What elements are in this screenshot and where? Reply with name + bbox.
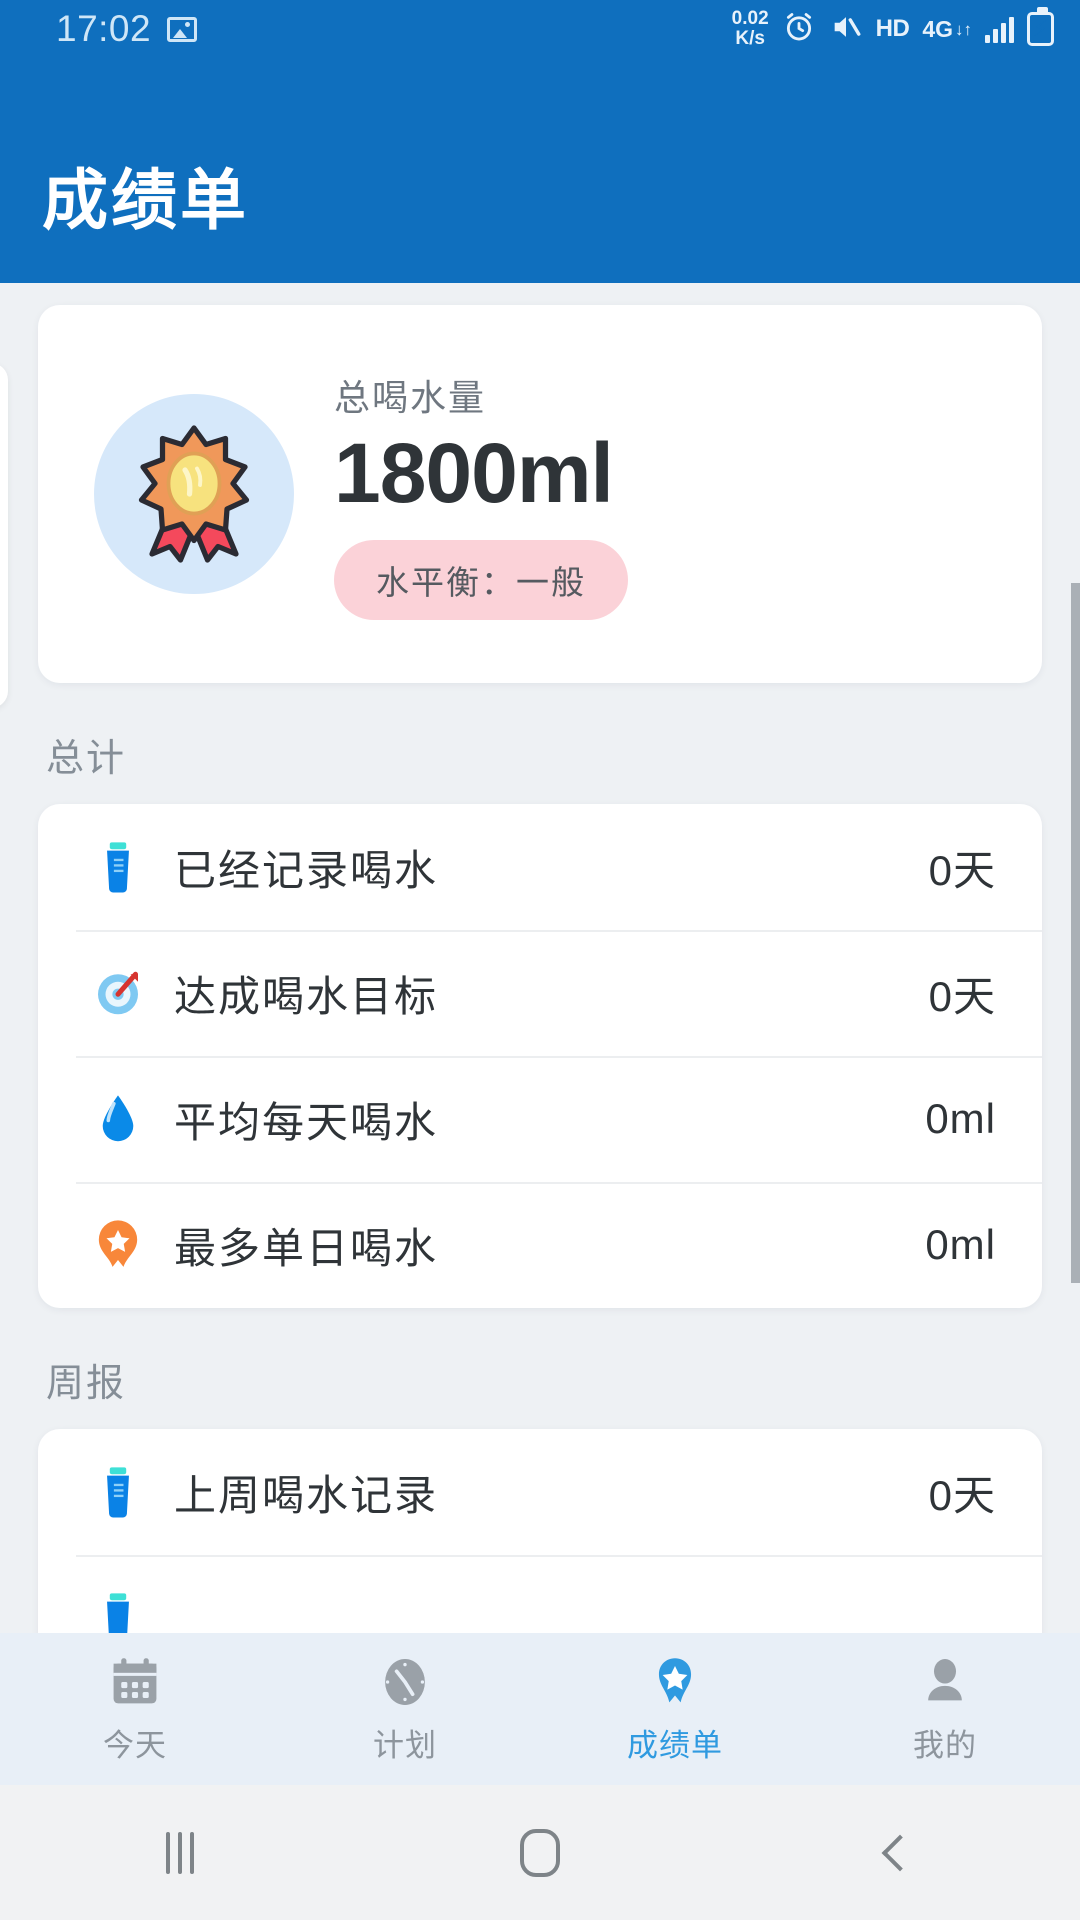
tab-label: 今天: [103, 1727, 167, 1763]
calendar-icon: [109, 1654, 161, 1710]
status-bar: 17:02 0.02 K/s HD 4G ↓↑ ⚡: [0, 0, 1080, 58]
total-water-card: 总喝水量 1800ml 水平衡：一般: [38, 305, 1042, 683]
tab-report[interactable]: 成绩单: [540, 1654, 810, 1765]
table-row[interactable]: 上周喝水记录 0天: [38, 1429, 1042, 1555]
total-water-label: 总喝水量: [334, 376, 487, 418]
network-speed-value: 0.02: [731, 8, 769, 29]
section-title-total: 总计: [46, 738, 127, 780]
bottom-tab-bar: 今天 计划 成绩单 我的: [0, 1633, 1080, 1785]
section-title-weekly: 周报: [46, 1363, 127, 1405]
alarm-icon: [782, 10, 816, 49]
table-row[interactable]: 最多单日喝水 0ml: [38, 1182, 1042, 1308]
network-type-indicator: 4G ↓↑: [922, 15, 972, 42]
tab-mine[interactable]: 我的: [810, 1654, 1080, 1765]
network-type-label: 4G: [922, 15, 953, 42]
tab-plan[interactable]: 计划: [270, 1654, 540, 1765]
tab-today[interactable]: 今天: [0, 1654, 270, 1765]
clock-icon: [379, 1654, 431, 1710]
data-arrows-icon: ↓↑: [955, 19, 972, 39]
row-value: 0ml: [925, 1221, 996, 1268]
tab-label: 我的: [913, 1727, 977, 1763]
app-header: 成绩单: [0, 58, 1080, 283]
mute-icon: [829, 10, 863, 49]
total-water-text: 总喝水量 1800ml 水平衡：一般: [334, 369, 628, 620]
badge-star-icon: [649, 1654, 701, 1710]
network-speed-unit: K/s: [735, 28, 765, 49]
offscreen-card-edge: [0, 363, 8, 708]
vertical-scrollbar[interactable]: [1071, 583, 1080, 1283]
row-label: 达成喝水目标: [174, 972, 439, 1020]
home-button[interactable]: [360, 1828, 720, 1877]
status-bar-right: 0.02 K/s HD 4G ↓↑ ⚡: [732, 7, 1054, 49]
network-speed-indicator: 0.02 K/s: [732, 9, 769, 49]
row-label: 已经记录喝水: [174, 846, 439, 894]
photo-icon: [167, 16, 198, 42]
battery-charging-icon: ⚡: [1027, 7, 1054, 46]
back-button[interactable]: [720, 1834, 1080, 1871]
water-drop-icon: [90, 1091, 146, 1147]
table-row[interactable]: 平均每天喝水 0ml: [38, 1056, 1042, 1182]
water-balance-badge: 水平衡：一般: [334, 539, 628, 620]
back-icon: [881, 1834, 919, 1871]
recents-icon: [166, 1831, 194, 1874]
row-value: 0ml: [925, 1095, 996, 1142]
phone-screen: 17:02 0.02 K/s HD 4G ↓↑ ⚡ 成绩单 总喝水量 1800m…: [0, 0, 1080, 1920]
water-bottle-icon: [90, 1464, 146, 1520]
system-nav-bar: [0, 1785, 1080, 1920]
row-label: 上周喝水记录: [174, 1471, 439, 1519]
home-icon: [520, 1828, 560, 1877]
total-water-value: 1800ml: [334, 425, 614, 520]
row-value: 0天: [928, 1471, 996, 1519]
row-label: 最多单日喝水: [174, 1224, 439, 1272]
weekly-stats-list: 上周喝水记录 0天: [38, 1429, 1042, 1653]
hd-indicator: HD: [875, 15, 910, 42]
status-bar-left: 17:02: [56, 8, 198, 50]
page-title: 成绩单: [42, 163, 249, 237]
person-icon: [919, 1654, 971, 1710]
table-row[interactable]: 达成喝水目标 0天: [38, 930, 1042, 1056]
table-row[interactable]: 已经记录喝水 0天: [38, 804, 1042, 930]
signal-bars-icon: [985, 15, 1014, 43]
recents-button[interactable]: [0, 1831, 360, 1874]
row-value: 0天: [928, 846, 996, 894]
target-dart-icon: [90, 965, 146, 1021]
status-time: 17:02: [56, 8, 152, 49]
scroll-content[interactable]: 总喝水量 1800ml 水平衡：一般 总计 已经记录喝水 0天 达成喝水目标 0…: [0, 283, 1080, 1653]
tab-label: 成绩单: [627, 1727, 723, 1763]
star-ribbon-icon: [90, 1217, 146, 1273]
row-value: 0天: [928, 972, 996, 1020]
tab-label: 计划: [373, 1727, 437, 1763]
total-stats-list: 已经记录喝水 0天 达成喝水目标 0天 平均每天喝水 0ml 最多单日喝水 0m…: [38, 804, 1042, 1308]
medal-sun-icon: [94, 394, 294, 594]
row-label: 平均每天喝水: [174, 1098, 439, 1146]
water-bottle-icon: [90, 839, 146, 895]
